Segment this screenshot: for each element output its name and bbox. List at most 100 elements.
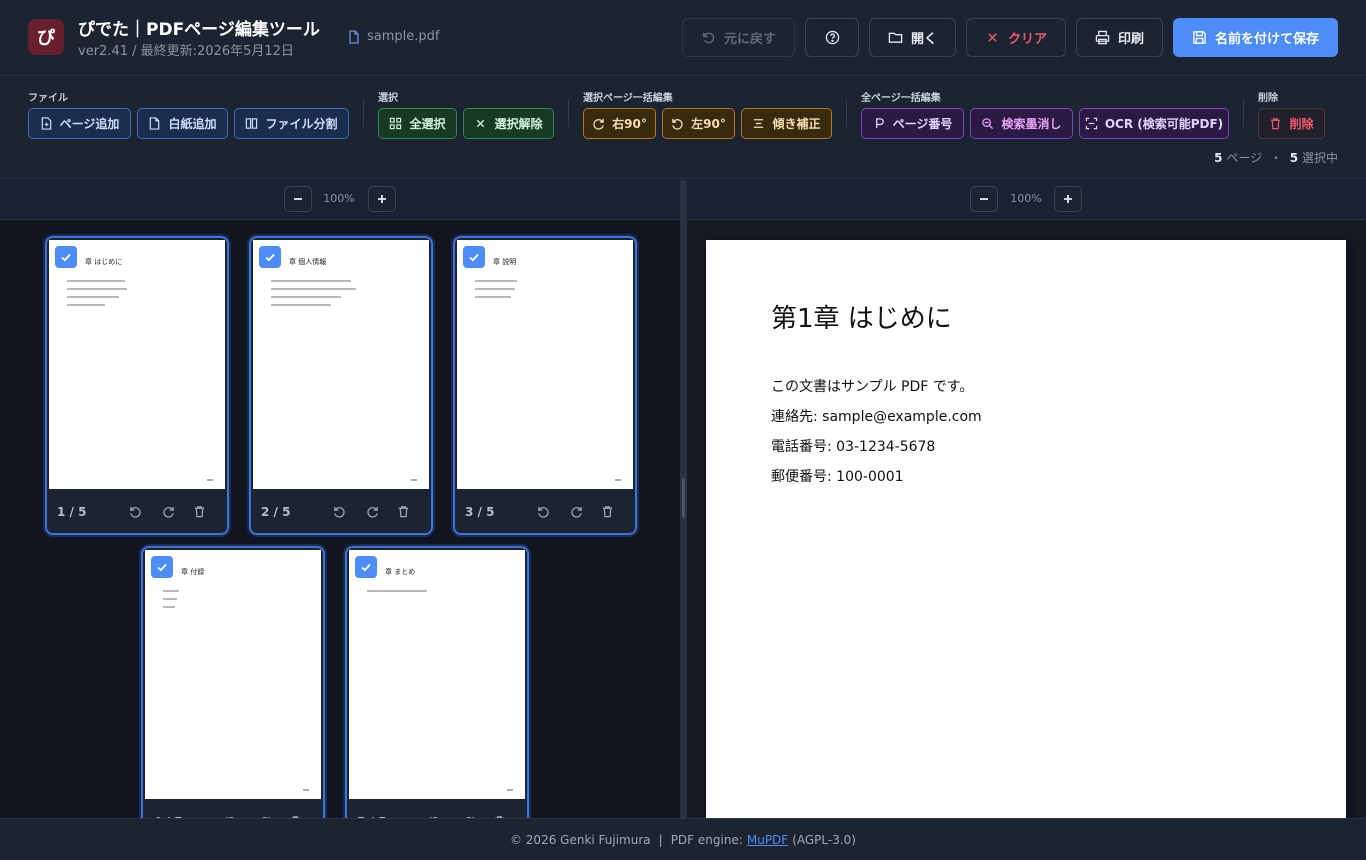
- check-icon: [265, 253, 275, 262]
- group-label-all-edit: 全ページ一括編集: [861, 93, 941, 104]
- thumbnail-zoom-out-button[interactable]: [284, 186, 312, 212]
- preview-line: 郵便番号: 100-0001: [771, 469, 904, 485]
- thumbnail-text-line: [475, 288, 515, 290]
- thumbnail-text-line: [475, 296, 511, 298]
- rotate-left-button[interactable]: [330, 502, 348, 520]
- preview-zoom-in-button[interactable]: [1054, 186, 1082, 212]
- rotate-right-icon: [366, 506, 378, 518]
- thumbnail-text-line: [67, 288, 127, 290]
- page-thumbnail[interactable]: 章 はじめに 1 / 5: [45, 236, 229, 535]
- preview-zoom-bar: 100%: [687, 180, 1366, 220]
- select-all-label: 全選択: [409, 117, 446, 131]
- selected-count: 5: [1289, 151, 1299, 165]
- thumbnail-checkbox[interactable]: [463, 246, 485, 268]
- thumbnail-text-line: [67, 304, 105, 306]
- print-button[interactable]: 印刷: [1076, 18, 1163, 57]
- columns-icon: [246, 118, 258, 129]
- undo-label: 元に戻す: [723, 32, 776, 47]
- thumbnail-page-title: 章 説明: [493, 258, 517, 266]
- thumbnail-checkbox[interactable]: [355, 556, 377, 578]
- pane-resize-handle[interactable]: [682, 478, 685, 518]
- search-redact-label: 検索墨消し: [1001, 117, 1062, 131]
- trash-button[interactable]: [190, 502, 208, 520]
- thumbnail-zoom-level: 100%: [323, 192, 355, 205]
- copyright-text: © 2026 Genki Fujimura: [509, 832, 651, 847]
- thumbnail-text-line: [367, 590, 427, 592]
- page-thumbnail[interactable]: 章 まとめ 5 / 5: [345, 546, 529, 818]
- thumbnail-text-line: [271, 304, 331, 306]
- rotate-left-icon: [333, 506, 345, 518]
- open-button[interactable]: 開く: [869, 18, 956, 57]
- preview-heading: 第1章 はじめに: [771, 304, 952, 334]
- split-file-button[interactable]: ファイル分割: [234, 108, 349, 139]
- preview-zoom-out-button[interactable]: [970, 186, 998, 212]
- rotate-right-label: 右90°: [612, 117, 647, 131]
- rotate-right-button[interactable]: [159, 502, 177, 520]
- rotate-right-button[interactable]: 右90°: [583, 108, 656, 139]
- rotate-right-icon: [570, 506, 582, 518]
- current-file: sample.pdf: [348, 29, 439, 44]
- ocr-button[interactable]: OCR (検索可能PDF): [1079, 108, 1229, 139]
- preview-zoom-level: 100%: [1010, 192, 1042, 205]
- thumbnail-pane[interactable]: 100% 章 はじめに 1 / 5 章 個人情報 2 / 5 章 説明 3 / 5 章 付録…: [0, 180, 680, 818]
- thumbnail-text-line: [271, 280, 351, 282]
- thumbnail-text-line: [67, 280, 125, 282]
- thumbnail-zoom-bar: 100%: [0, 180, 680, 220]
- add-file-icon: [41, 117, 51, 130]
- rotate-left-button[interactable]: [126, 502, 144, 520]
- page-number-button[interactable]: ページ番号: [861, 108, 964, 139]
- trash-icon: [1271, 118, 1281, 130]
- add-blank-label: 白紙追加: [168, 117, 217, 131]
- deselect-button[interactable]: 選択解除: [463, 108, 554, 139]
- thumbnail-checkbox[interactable]: [151, 556, 173, 578]
- thumbnail-page-image: 章 付録: [145, 550, 321, 799]
- mupdf-link[interactable]: MuPDF: [747, 833, 788, 847]
- thumbnail-page-footer: [615, 479, 621, 481]
- trash-button[interactable]: [598, 502, 616, 520]
- help-button[interactable]: [805, 18, 859, 57]
- group-label-delete: 削除: [1258, 93, 1278, 104]
- preview-line: 連絡先: sample@example.com: [771, 409, 982, 425]
- page-thumbnail[interactable]: 章 付録 4 / 5: [141, 546, 325, 818]
- clear-button[interactable]: クリア: [966, 18, 1066, 57]
- rotate-right-button[interactable]: [567, 502, 585, 520]
- rotate-left-button[interactable]: [534, 502, 552, 520]
- footer-separator: |: [658, 832, 663, 847]
- app-version: ver2.41 / 最終更新:2026年5月12日: [78, 44, 294, 59]
- minus-icon: [294, 198, 302, 200]
- app-title: ぴでた｜PDFページ編集ツール: [78, 20, 320, 40]
- add-page-button[interactable]: ページ追加: [28, 108, 131, 139]
- preview-pane[interactable]: 100% 第1章 はじめに この文書はサンプル PDF です。 連絡先: sam…: [687, 180, 1366, 818]
- rotate-left-button[interactable]: 左90°: [662, 108, 735, 139]
- preview-page: 第1章 はじめに この文書はサンプル PDF です。 連絡先: sample@e…: [706, 240, 1346, 818]
- thumbnail-checkbox[interactable]: [259, 246, 281, 268]
- search-redact-button[interactable]: 検索墨消し: [970, 108, 1073, 139]
- select-all-button[interactable]: 全選択: [378, 108, 457, 139]
- open-label: 開く: [910, 32, 937, 47]
- status-separator: ・: [1269, 151, 1282, 165]
- group-label-selected-edit: 選択ページ一括編集: [583, 93, 673, 104]
- add-blank-button[interactable]: 白紙追加: [137, 108, 228, 139]
- thumbnail-text-line: [271, 296, 341, 298]
- trash-icon: [602, 505, 612, 517]
- thumbnail-checkbox[interactable]: [55, 246, 77, 268]
- group-divider: [568, 99, 569, 127]
- preview-line: この文書はサンプル PDF です。: [771, 379, 974, 395]
- save-as-button[interactable]: 名前を付けて保存: [1173, 18, 1338, 57]
- thumbnail-page-footer: [207, 479, 213, 481]
- delete-button[interactable]: 削除: [1258, 108, 1325, 139]
- thumbnail-text-line: [163, 606, 175, 608]
- thumbnail-page-title: 章 個人情報: [289, 258, 327, 266]
- save-icon: [1193, 31, 1206, 44]
- thumbnail-action-bar: 5 / 5: [347, 799, 527, 818]
- undo-icon: [703, 32, 715, 44]
- page-thumbnail[interactable]: 章 説明 3 / 5: [453, 236, 637, 535]
- close-icon: [988, 33, 997, 42]
- undo-button[interactable]: 元に戻す: [682, 18, 795, 57]
- page-thumbnail[interactable]: 章 個人情報 2 / 5: [249, 236, 433, 535]
- deskew-button[interactable]: 傾き補正: [741, 108, 832, 139]
- toolbar: ファイル ページ追加 白紙追加 ファイル分割 選択 全選択 選択解除 選択ページ…: [0, 77, 1366, 179]
- thumbnail-zoom-in-button[interactable]: [368, 186, 396, 212]
- trash-button[interactable]: [394, 502, 412, 520]
- rotate-right-button[interactable]: [363, 502, 381, 520]
